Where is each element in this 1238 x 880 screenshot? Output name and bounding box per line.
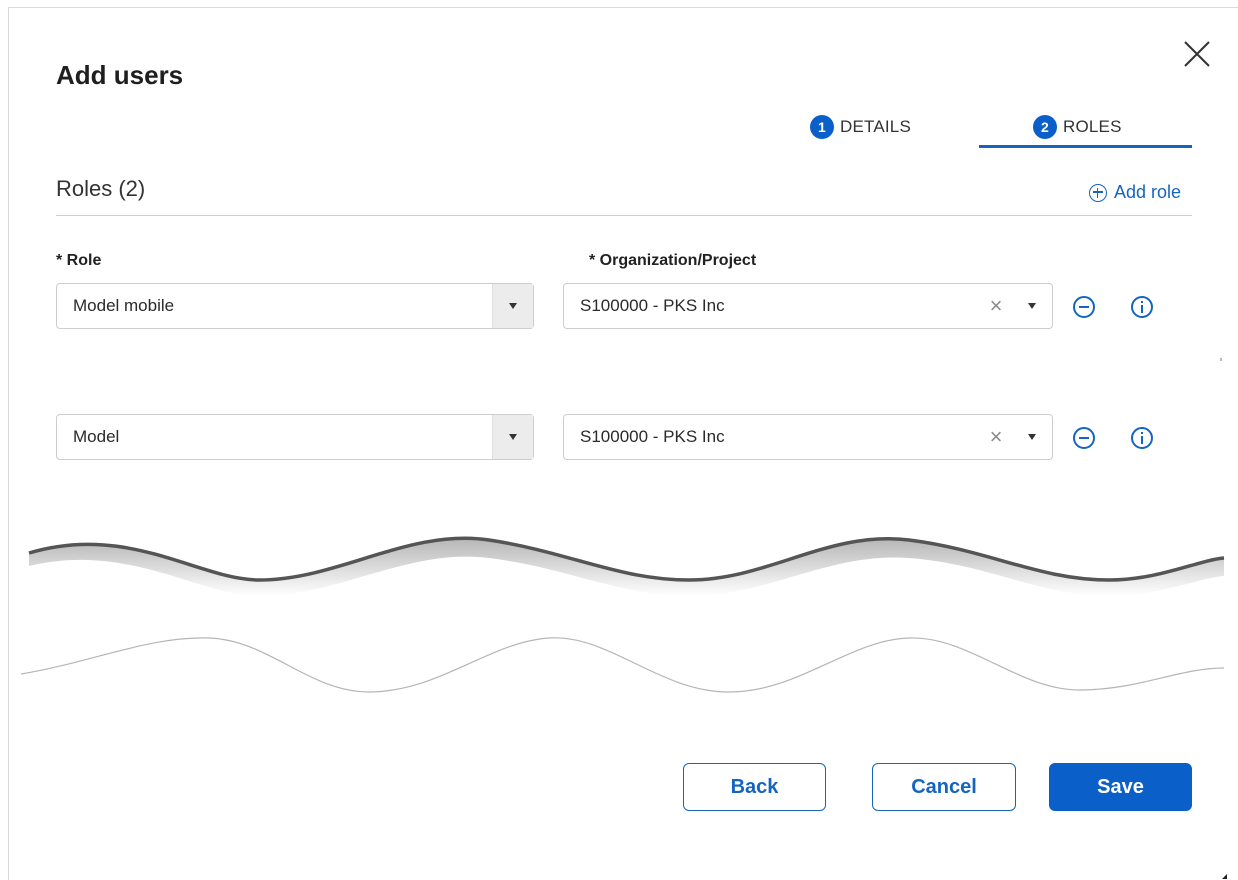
org-select-value: S100000 - PKS Inc — [580, 427, 725, 446]
org-dropdown-toggle[interactable] — [1020, 294, 1044, 318]
org-select-value: S100000 - PKS Inc — [580, 296, 725, 315]
role-select-value: Model mobile — [73, 296, 175, 315]
section-divider — [56, 215, 1192, 216]
step-label: DETAILS — [840, 117, 911, 136]
plus-circle-icon — [1089, 183, 1107, 202]
role-select-2[interactable]: Model — [56, 414, 534, 460]
save-button[interactable]: Save — [1049, 763, 1192, 811]
back-button[interactable]: Back — [683, 763, 826, 811]
info-button-2[interactable] — [1131, 427, 1153, 449]
info-button-1[interactable] — [1131, 296, 1153, 318]
org-dropdown-toggle[interactable] — [1020, 425, 1044, 449]
org-select-1[interactable]: S100000 - PKS Inc × — [563, 283, 1053, 329]
add-role-label: Add role — [1114, 182, 1182, 202]
role-select-1[interactable]: Model mobile — [56, 283, 534, 329]
torn-edge-divider — [20, 536, 1225, 693]
step-label: ROLES — [1063, 117, 1122, 136]
role-dropdown-toggle[interactable] — [492, 415, 533, 459]
remove-role-button-2[interactable] — [1073, 427, 1095, 449]
remove-role-button-1[interactable] — [1073, 296, 1095, 318]
scroll-edge-mark — [1220, 358, 1222, 361]
role-dropdown-toggle[interactable] — [492, 284, 533, 328]
step-details[interactable]: 1 DETAILS — [810, 112, 911, 142]
close-button[interactable] — [1181, 38, 1213, 70]
step-number-badge: 1 — [810, 115, 834, 139]
dialog-title: Add users — [56, 60, 184, 90]
org-select-2[interactable]: S100000 - PKS Inc × — [563, 414, 1053, 460]
caret-down-icon — [1028, 434, 1036, 440]
role-select-value: Model — [73, 427, 120, 446]
role-field-label: * Role — [56, 252, 102, 269]
close-icon — [1184, 41, 1210, 67]
add-users-dialog: Add users 1 DETAILS 2 ROLES Roles (2) Ad… — [8, 7, 1238, 880]
step-roles[interactable]: 2 ROLES — [1033, 112, 1122, 142]
clear-x-icon[interactable]: × — [984, 424, 1008, 449]
caret-down-icon — [1028, 303, 1036, 309]
resize-handle-icon[interactable] — [1222, 874, 1227, 879]
clear-x-icon[interactable]: × — [984, 293, 1008, 318]
caret-down-icon — [509, 434, 517, 440]
add-role-button[interactable]: Add role — [1089, 182, 1181, 203]
org-field-label: * Organization/Project — [589, 252, 757, 269]
cancel-button[interactable]: Cancel — [872, 763, 1016, 811]
active-step-indicator — [979, 145, 1192, 148]
caret-down-icon — [509, 303, 517, 309]
roles-section-title: Roles (2) — [56, 176, 146, 201]
step-number-badge: 2 — [1033, 115, 1057, 139]
